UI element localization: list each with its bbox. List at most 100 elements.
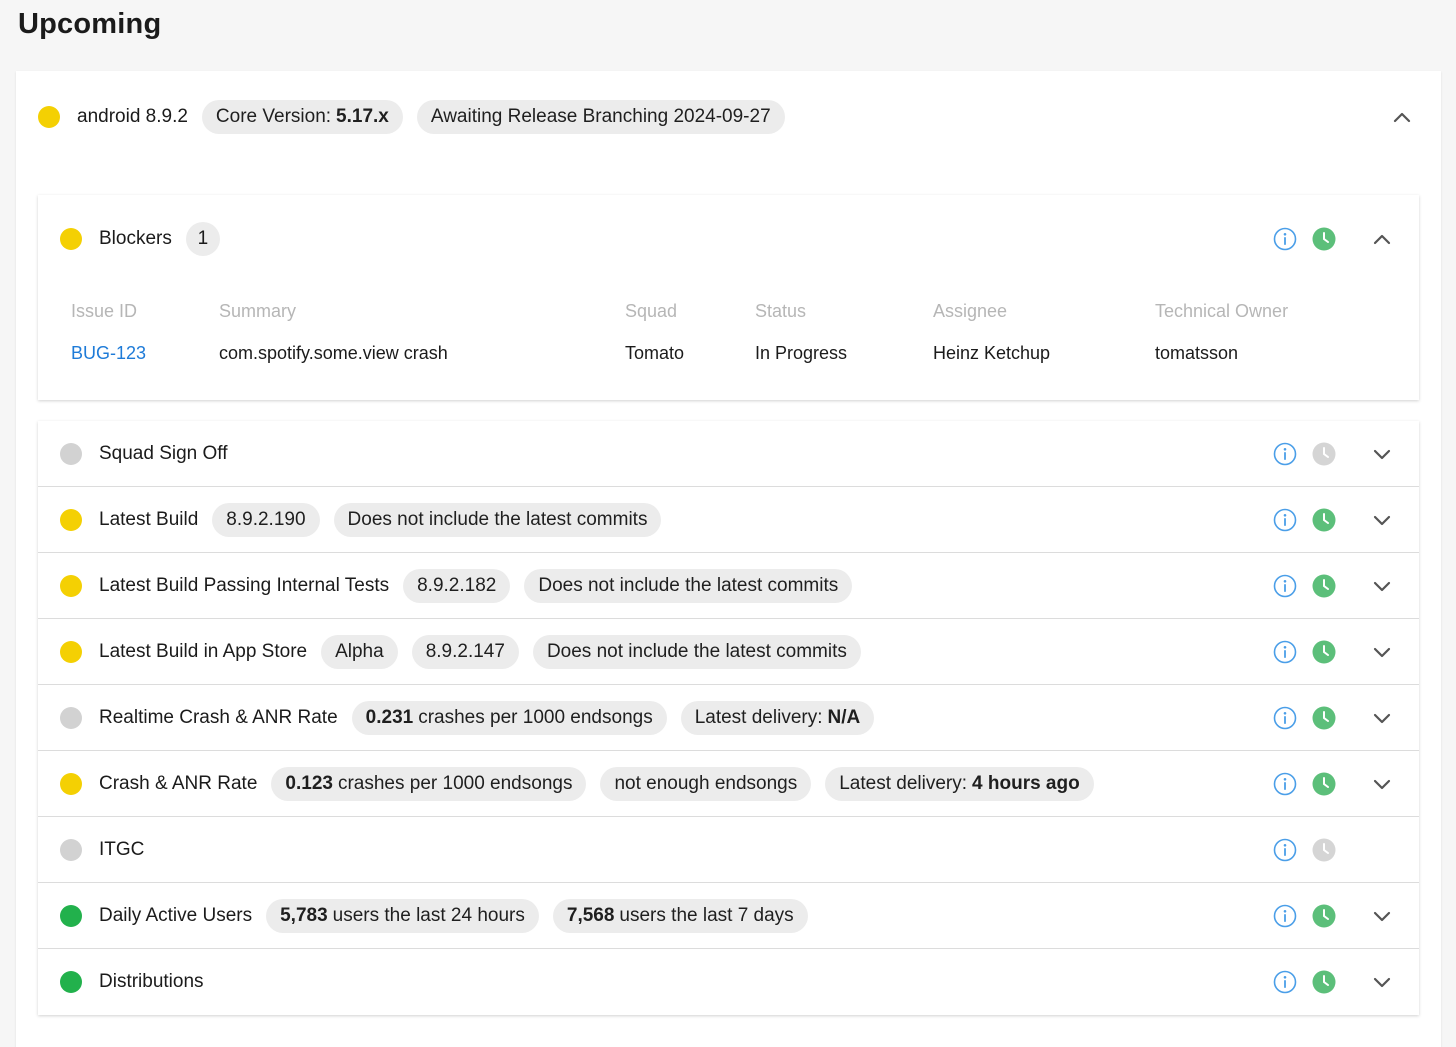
- info-icon[interactable]: [1273, 640, 1297, 664]
- clock-icon[interactable]: [1312, 227, 1336, 251]
- collapse-blockers-button[interactable]: [1373, 230, 1391, 248]
- chip-value: 4 hours ago: [972, 772, 1080, 794]
- info-icon[interactable]: [1273, 772, 1297, 796]
- info-icon[interactable]: [1273, 442, 1297, 466]
- row-icons: [1273, 442, 1391, 466]
- chip-text: crashes per 1000 endsongs: [337, 772, 573, 794]
- checks-container: Blockers 1 Issue ID Summary Squad Status…: [38, 195, 1419, 1015]
- info-chip: Alpha: [321, 634, 398, 669]
- check-label: Latest Build Passing Internal Tests: [99, 574, 390, 596]
- expand-button[interactable]: [1373, 907, 1391, 925]
- chevron-down-icon: [1373, 581, 1391, 591]
- expand-button[interactable]: [1373, 973, 1391, 991]
- info-icon[interactable]: [1273, 574, 1297, 598]
- chevron-down-icon: [1373, 515, 1391, 525]
- clock-icon[interactable]: [1312, 772, 1336, 796]
- info-chip: Latest delivery: N/A: [680, 700, 875, 735]
- clock-icon[interactable]: [1312, 508, 1336, 532]
- info-chip: Does not include the latest commits: [524, 568, 853, 603]
- clock-icon[interactable]: [1312, 640, 1336, 664]
- column-header-technical-owner: Technical Owner: [1155, 301, 1289, 321]
- status-dot: [60, 838, 82, 861]
- clock-icon[interactable]: [1312, 442, 1336, 466]
- clock-icon[interactable]: [1312, 574, 1336, 598]
- chip-text: Latest delivery:: [694, 706, 823, 728]
- page-title: Upcoming: [18, 8, 162, 40]
- check-label: Distributions: [99, 971, 204, 992]
- release-header[interactable]: android 8.9.2 Core Version: 5.17.x Await…: [16, 71, 1441, 163]
- expand-button[interactable]: [1373, 577, 1391, 595]
- status-dot: [60, 574, 82, 597]
- release-state-chip: Awaiting Release Branching 2024-09-27: [416, 100, 785, 134]
- expand-button[interactable]: [1373, 511, 1391, 529]
- expand-button[interactable]: [1373, 775, 1391, 793]
- info-chip: not enough endsongs: [600, 766, 812, 801]
- status-dot: [60, 442, 82, 465]
- row-icons: [1273, 838, 1391, 862]
- status-dot: [60, 706, 82, 729]
- column-header-issue-id: Issue ID: [71, 301, 138, 321]
- chip-text: Does not include the latest commits: [546, 640, 847, 662]
- info-chip: 0.231 crashes per 1000 endsongs: [351, 700, 667, 735]
- check-row-daily-active-users[interactable]: Daily Active Users 5,783 users the last 24…: [38, 883, 1419, 949]
- row-icons: [1273, 574, 1391, 598]
- status-dot: [60, 508, 82, 531]
- status-dot: [60, 640, 82, 663]
- info-icon[interactable]: [1273, 970, 1297, 994]
- chevron-down-icon: [1373, 977, 1391, 988]
- chip-text: 8.9.2.182: [417, 574, 497, 596]
- info-chip: 8.9.2.190: [212, 502, 320, 537]
- chip-value: 0.123: [285, 772, 333, 794]
- chip-text: Latest delivery:: [839, 772, 968, 794]
- row-icons: [1273, 640, 1391, 664]
- info-chip: Latest delivery: 4 hours ago: [825, 766, 1094, 801]
- chevron-down-icon: [1373, 449, 1391, 459]
- status-dot: [60, 971, 82, 993]
- chip-value: N/A: [827, 706, 861, 728]
- info-icon[interactable]: [1273, 904, 1297, 928]
- column-header-assignee: Assignee: [933, 301, 1008, 321]
- expand-button[interactable]: [1373, 643, 1391, 661]
- info-chip: Does not include the latest commits: [532, 634, 861, 669]
- check-row-latest-build[interactable]: Latest Build 8.9.2.190 Does not include th…: [38, 487, 1419, 553]
- blockers-row[interactable]: Blockers 1: [38, 195, 1419, 283]
- info-chip: 0.123 crashes per 1000 endsongs: [271, 766, 587, 801]
- check-row-realtime-crash-and-anr-rate[interactable]: Realtime Crash & ANR Rate 0.231 crashes pe…: [38, 685, 1419, 751]
- release-status-dot: [38, 106, 60, 128]
- check-row-squad-sign-off[interactable]: Squad Sign Off: [38, 421, 1419, 487]
- blockers-status-dot: [60, 228, 82, 250]
- check-label: Latest Build: [99, 508, 199, 530]
- info-icon[interactable]: [1273, 508, 1297, 532]
- check-row-crash-and-anr-rate[interactable]: Crash & ANR Rate 0.123 crashes per 1000 en…: [38, 751, 1419, 817]
- chevron-down-icon: [1373, 647, 1391, 657]
- chip-text: crashes per 1000 endsongs: [418, 706, 653, 728]
- clock-icon[interactable]: [1312, 970, 1336, 994]
- core-version-value: 5.17.x: [336, 106, 389, 127]
- expand-button[interactable]: [1373, 445, 1391, 463]
- chip-text: 8.9.2.147: [425, 640, 505, 662]
- clock-icon[interactable]: [1312, 838, 1336, 862]
- check-row-latest-build-in-app-store[interactable]: Latest Build in App Store Alpha 8.9.2.147 D…: [38, 619, 1419, 685]
- issue-summary: com.spotify.some.view crash: [219, 343, 448, 363]
- chevron-down-icon: [1373, 713, 1391, 723]
- row-icons: [1273, 508, 1391, 532]
- check-row-distributions[interactable]: Distributions: [38, 949, 1419, 1015]
- collapse-release-button[interactable]: [1393, 108, 1411, 126]
- info-icon[interactable]: [1273, 706, 1297, 730]
- issue-squad: Tomato: [625, 343, 685, 363]
- info-chip: 7,568 users the last 7 days: [552, 898, 808, 933]
- info-icon[interactable]: [1273, 838, 1297, 862]
- row-icons: [1273, 706, 1391, 730]
- check-row-latest-build-passing-internal-tests[interactable]: Latest Build Passing Internal Tests 8.9.2…: [38, 553, 1419, 619]
- blockers-label: Blockers: [99, 228, 172, 249]
- expand-button[interactable]: [1373, 709, 1391, 727]
- clock-icon[interactable]: [1312, 706, 1336, 730]
- core-version-label: Core Version:: [215, 106, 332, 127]
- issue-status: In Progress: [755, 343, 848, 363]
- issue-id-link[interactable]: BUG-123: [71, 343, 146, 364]
- check-row-itgc: ITGC: [38, 817, 1419, 883]
- clock-icon[interactable]: [1312, 904, 1336, 928]
- issue-assignee: Heinz Ketchup: [933, 343, 1051, 363]
- issue-technical-owner: tomatsson: [1155, 343, 1239, 363]
- info-icon[interactable]: [1273, 227, 1297, 251]
